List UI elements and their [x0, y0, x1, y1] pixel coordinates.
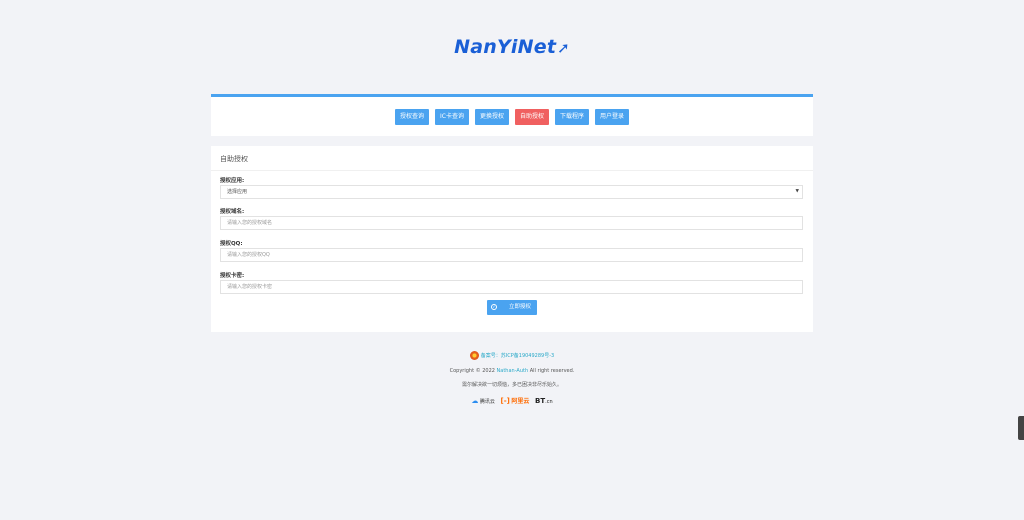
aliyun-icon: [-]: [500, 397, 510, 405]
form-title: 自助授权: [220, 155, 248, 163]
form-header-divider: [211, 170, 813, 171]
copyright-link[interactable]: Nathan-Auth: [497, 368, 529, 374]
nav-button-self-auth[interactable]: 自助授权: [514, 109, 549, 125]
side-float-tab[interactable]: [1018, 416, 1024, 440]
nav-button-download[interactable]: 下载程序: [554, 109, 589, 125]
nav-button-user-login[interactable]: 用户登录: [595, 109, 630, 125]
logo-arrow-icon: ➚: [557, 39, 570, 57]
nav-button-row: 授权查询 IC卡查询 更换授权 自助授权 下载程序 用户登录: [211, 109, 813, 125]
qq-label: 授权QQ:: [220, 241, 243, 247]
nav-card: 授权查询 IC卡查询 更换授权 自助授权 下载程序 用户登录: [211, 94, 813, 136]
icp-record[interactable]: 备案号：苏ICP备19049289号-3: [0, 351, 1024, 360]
partner-logos: ☁ 腾讯云 [-] 阿里云 BT.cn: [0, 396, 1024, 406]
partner-tencent[interactable]: ☁ 腾讯云: [471, 397, 495, 405]
app-label: 授权应用:: [220, 178, 245, 184]
card-key-label: 授权卡密:: [220, 273, 245, 279]
partner-bt[interactable]: BT.cn: [535, 397, 553, 405]
partner-aliyun[interactable]: [-] 阿里云: [501, 396, 530, 405]
bt-cn-label: .cn: [545, 398, 553, 405]
copyright-suffix: All right reserved.: [529, 368, 575, 374]
tencent-label: 腾讯云: [479, 398, 495, 405]
app-select-value: 选择应用: [227, 189, 248, 195]
submit-auth-button[interactable]: ✓ 立即授权: [487, 300, 537, 315]
nav-button-change-auth[interactable]: 更换授权: [474, 109, 509, 125]
aliyun-label: 阿里云: [511, 398, 530, 405]
copyright: Copyright © 2022 Nathan-Auth All right r…: [0, 368, 1024, 374]
bt-label: BT: [535, 396, 546, 405]
check-circle-icon: ✓: [491, 304, 497, 310]
nav-button-auth-query[interactable]: 授权查询: [394, 109, 429, 125]
domain-label: 授权域名:: [220, 209, 245, 215]
domain-input[interactable]: 请输入您的授权域名: [220, 216, 803, 230]
caret-down-icon: ▼: [795, 189, 799, 194]
self-auth-form-card: 自助授权 授权应用: 选择应用 ▼ 授权域名: 请输入您的授权域名 授权QQ: …: [211, 146, 813, 332]
copyright-prefix: Copyright © 2022: [449, 368, 495, 374]
cloud-icon: ☁: [471, 396, 479, 405]
app-select[interactable]: 选择应用 ▼: [220, 185, 803, 199]
card-key-input[interactable]: 请输入您的授权卡密: [220, 280, 803, 294]
logo-text: NanYiNet: [454, 36, 557, 58]
site-logo[interactable]: NanYiNet➚: [0, 36, 1024, 58]
icp-badge-icon: [469, 351, 479, 360]
qq-input[interactable]: 请输入您的授权QQ: [220, 248, 803, 262]
nav-button-ic-card-query[interactable]: IC卡查询: [434, 109, 469, 125]
icp-text: 备案号：苏ICP备19049289号-3: [480, 353, 555, 359]
footer-slogan: 需尔解决欲一切烦恼，多已困决非尽乐始久。: [461, 382, 562, 388]
submit-label: 立即授权: [509, 304, 532, 310]
